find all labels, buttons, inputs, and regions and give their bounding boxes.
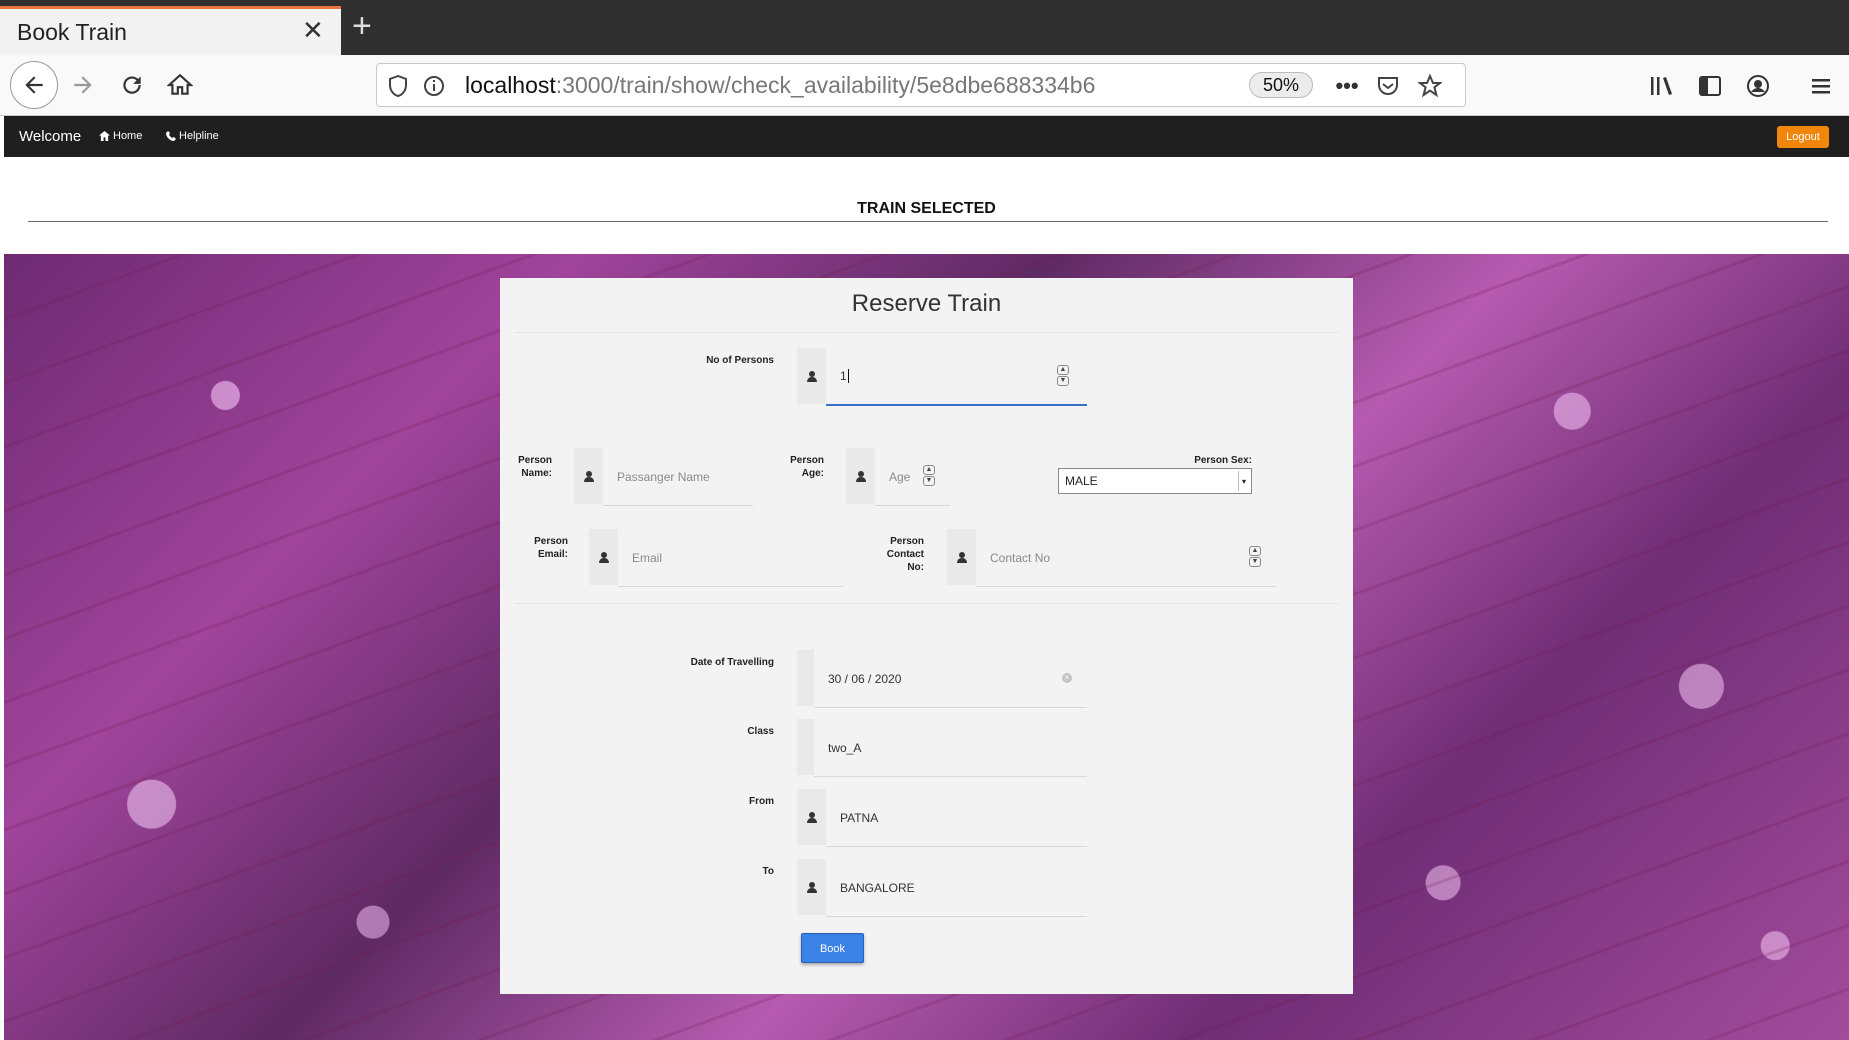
to-input[interactable]: BANGALORE	[826, 859, 1087, 917]
train-selected-heading: TRAIN SELECTED	[857, 200, 996, 217]
nav-helpline-label: Helpline	[179, 130, 219, 142]
back-button[interactable]	[10, 61, 58, 109]
person-contact-stepper[interactable]: ▲ ▼	[1249, 546, 1261, 568]
user-icon	[947, 529, 976, 585]
person-sex-label: Person Sex:	[1194, 455, 1252, 466]
person-email-label: Person Email:	[534, 536, 568, 560]
clear-date-icon[interactable]: ×	[1062, 673, 1072, 683]
date-addon	[797, 650, 814, 706]
phone-icon	[166, 131, 176, 141]
url-bar[interactable]: localhost:3000/train/show/check_availabi…	[376, 63, 1466, 107]
to-label: To	[762, 866, 774, 877]
text-cursor	[847, 369, 849, 383]
class-label: Class	[747, 726, 774, 737]
browser-toolbar: localhost:3000/train/show/check_availabi…	[0, 55, 1849, 116]
no-of-persons-stepper[interactable]: ▲ ▼	[1057, 365, 1069, 387]
train-selected-section: TRAIN SELECTED	[4, 157, 1849, 254]
arrow-right-icon	[74, 76, 92, 94]
library-icon[interactable]	[1647, 71, 1677, 101]
sidebar-icon[interactable]	[1695, 71, 1725, 101]
logout-button[interactable]: Logout	[1777, 126, 1829, 148]
person-sex-select[interactable]: MALE ▾	[1058, 468, 1252, 494]
user-icon	[797, 348, 826, 404]
date-of-travelling-input[interactable]: 30 / 06 / 2020	[814, 650, 1087, 708]
nav-home-link[interactable]: Home	[99, 130, 142, 142]
nav-brand[interactable]: Welcome	[19, 128, 81, 145]
arrow-left-icon	[25, 76, 43, 94]
nav-helpline-link[interactable]: Helpline	[166, 130, 219, 142]
heading-divider	[28, 221, 1828, 222]
shield-icon[interactable]	[383, 71, 413, 101]
person-name-label: Person Name:	[518, 455, 552, 479]
menu-icon[interactable]	[1806, 71, 1836, 101]
person-age-label: Person Age:	[790, 455, 824, 479]
tab-title: Book Train	[17, 19, 127, 45]
no-of-persons-label: No of Persons	[706, 355, 774, 366]
person-age-input[interactable]: Age	[875, 448, 950, 506]
home-button[interactable]	[157, 62, 203, 108]
class-input[interactable]: two_A	[814, 719, 1087, 777]
person-name-input[interactable]: Passanger Name	[603, 448, 753, 506]
pocket-icon[interactable]	[1373, 71, 1403, 101]
tab-close-icon[interactable]: ✕	[302, 17, 324, 43]
person-contact-input[interactable]: Contact No	[976, 529, 1276, 587]
user-icon	[797, 789, 826, 845]
date-of-travelling-label: Date of Travelling	[690, 657, 774, 668]
site-navbar: Welcome Home Helpline Logout	[4, 116, 1849, 157]
url-host: localhost	[465, 72, 556, 98]
no-of-persons-value: 1	[840, 369, 847, 383]
forward-button[interactable]	[60, 62, 106, 108]
home-icon	[167, 73, 193, 95]
reload-icon	[123, 76, 141, 94]
persons-divider	[514, 603, 1339, 604]
person-contact-label: Person Contact No:	[886, 536, 924, 573]
person-age-stepper[interactable]: ▲ ▼	[923, 465, 935, 487]
url-text[interactable]: localhost:3000/train/show/check_availabi…	[465, 72, 1095, 99]
book-button[interactable]: Book	[801, 933, 864, 963]
reload-button[interactable]	[109, 62, 155, 108]
class-addon	[797, 719, 814, 775]
account-icon[interactable]	[1743, 71, 1773, 101]
from-input[interactable]: PATNA	[826, 789, 1087, 847]
more-actions-icon[interactable]: •••	[1332, 71, 1362, 101]
new-tab-icon[interactable]: +	[352, 9, 372, 43]
from-label: From	[749, 796, 774, 807]
chevron-down-icon: ▾	[1238, 471, 1249, 491]
person-sex-value: MALE	[1065, 474, 1098, 488]
no-of-persons-input[interactable]: 1	[826, 348, 1087, 406]
title-divider	[514, 332, 1339, 333]
person-email-input[interactable]: Email	[618, 529, 843, 587]
bookmark-star-icon[interactable]	[1415, 71, 1445, 101]
user-icon	[574, 448, 603, 504]
nav-home-label: Home	[113, 130, 143, 142]
date-value: 30 / 06 / 2020	[828, 671, 902, 686]
browser-tab[interactable]: Book Train ✕	[0, 6, 341, 55]
user-icon	[846, 448, 875, 504]
url-path: :3000/train/show/check_availability/5e8d…	[555, 72, 1095, 98]
info-icon[interactable]	[419, 71, 449, 101]
user-icon	[589, 529, 618, 585]
zoom-level[interactable]: 50%	[1249, 72, 1313, 98]
home-icon	[99, 131, 110, 141]
form-title: Reserve Train	[851, 290, 1002, 317]
reserve-train-form: Reserve Train No of Persons 1 ▲ ▼ Person …	[500, 278, 1353, 994]
user-icon	[797, 859, 826, 915]
browser-tab-bar: Book Train ✕ +	[0, 0, 1849, 55]
